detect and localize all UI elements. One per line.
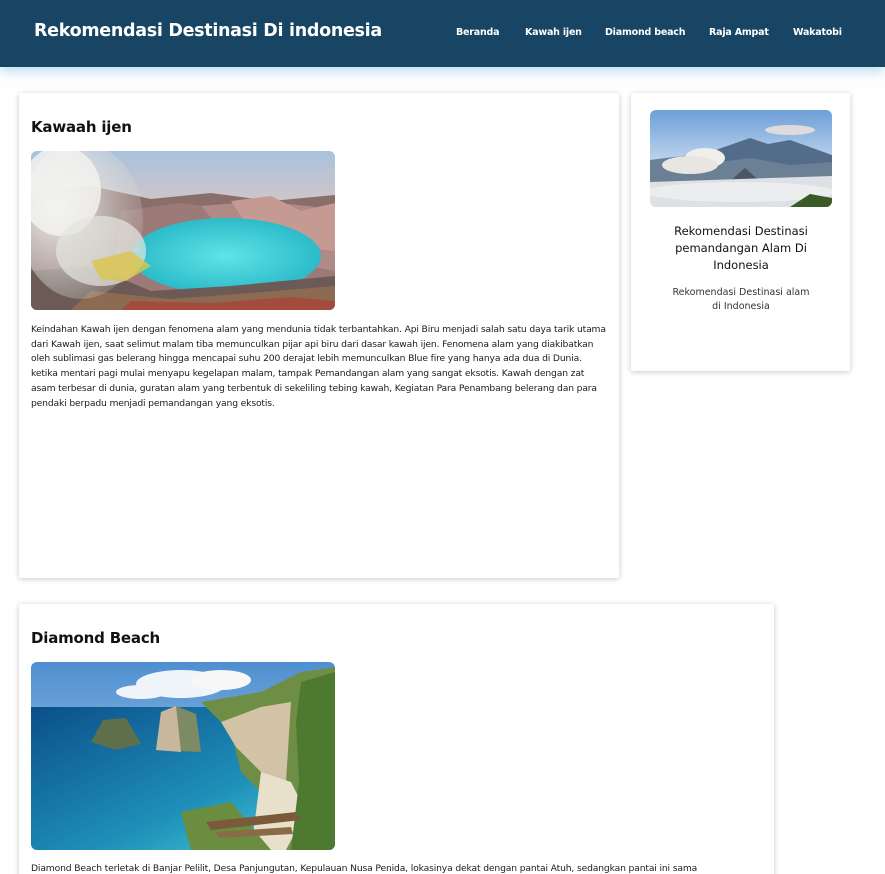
article-title: Diamond Beach	[31, 629, 160, 647]
site-header: Rekomendasi Destinasi Di indonesia Beran…	[0, 0, 885, 67]
nav-link-diamond-beach[interactable]: Diamond beach	[605, 27, 686, 38]
article-body: Keindahan Kawah ijen dengan fenomena ala…	[31, 324, 606, 409]
nav-link-raja-ampat[interactable]: Raja Ampat	[709, 27, 769, 38]
sidebar-card: Rekomendasi Destinasi pemandangan Alam D…	[631, 93, 850, 371]
article-body: Diamond Beach terletak di Banjar Pelilit…	[31, 863, 698, 874]
kawah-ijen-photo	[31, 151, 335, 310]
nav-link-beranda[interactable]: Beranda	[456, 27, 500, 38]
nav-link-wakatobi[interactable]: Wakatobi	[793, 27, 842, 38]
article-title: Kawaah ijen	[31, 118, 132, 136]
sidebar-title: Rekomendasi Destinasi pemandangan Alam D…	[674, 224, 808, 272]
article-card-kawah-ijen: Kawaah ijen Keindahan Kawah ijen dengan …	[19, 93, 619, 578]
main-nav: Beranda Kawah ijen Diamond beach Raja Am…	[0, 27, 885, 41]
sidebar-description: Rekomendasi Destinasi alam di Indonesia	[672, 287, 810, 312]
diamond-beach-photo	[31, 662, 335, 850]
nav-link-kawah-ijen[interactable]: Kawah ijen	[525, 27, 582, 38]
article-card-diamond-beach: Diamond Beach Diamond Beach terletak di …	[19, 604, 774, 874]
sidebar-photo	[650, 110, 832, 207]
